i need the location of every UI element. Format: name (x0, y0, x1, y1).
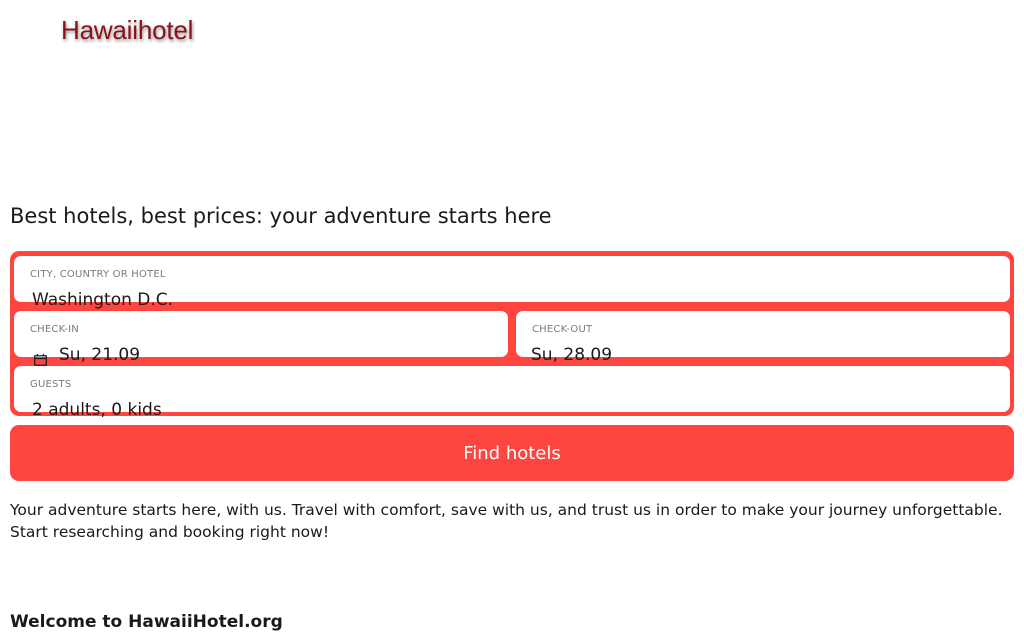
checkout-label: CHECK-OUT (532, 324, 593, 335)
welcome-heading: Welcome to HawaiiHotel.org (10, 612, 283, 632)
checkout-field[interactable]: CHECK-OUT Su, 28.09 (516, 311, 1010, 364)
site-logo[interactable]: Hawaiihotel (61, 15, 193, 46)
intro-text: Your adventure starts here, with us. Tra… (10, 501, 1003, 541)
guests-label: GUESTS (30, 379, 72, 390)
location-value[interactable]: Washington D.C. (32, 292, 173, 309)
find-hotels-button[interactable]: Find hotels (10, 425, 1014, 481)
checkin-value[interactable]: Su, 21.09 (59, 347, 140, 364)
hero-tagline: Best hotels, best prices: your adventure… (10, 204, 552, 228)
checkout-value[interactable]: Su, 28.09 (531, 347, 612, 364)
guests-field[interactable]: GUESTS 2 adults, 0 kids (14, 366, 1010, 419)
checkin-label: CHECK-IN (30, 324, 79, 335)
hotel-search-form: CITY, COUNTRY OR HOTEL Washington D.C. C… (10, 251, 1014, 419)
calendar-icon (34, 351, 47, 366)
checkin-field[interactable]: CHECK-IN Su, 21.09 (14, 311, 508, 366)
location-field[interactable]: CITY, COUNTRY OR HOTEL Washington D.C. (14, 256, 1010, 309)
location-label: CITY, COUNTRY OR HOTEL (30, 269, 166, 280)
guests-value[interactable]: 2 adults, 0 kids (32, 402, 162, 419)
